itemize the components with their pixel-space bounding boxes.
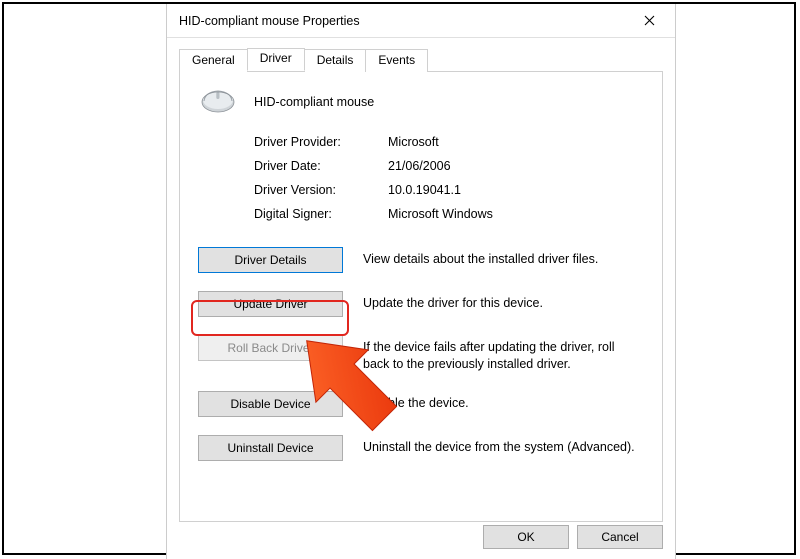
- cancel-button[interactable]: Cancel: [577, 525, 663, 549]
- signer-value: Microsoft Windows: [388, 207, 644, 221]
- roll-back-driver-desc: If the device fails after updating the d…: [363, 335, 644, 373]
- client-area: General Driver Details Events: [167, 38, 675, 530]
- date-value: 21/06/2006: [388, 159, 644, 173]
- dialog-button-row: OK Cancel: [483, 525, 663, 549]
- row-disable-device: Disable Device Disable the device.: [198, 391, 644, 417]
- row-uninstall-device: Uninstall Device Uninstall the device fr…: [198, 435, 644, 461]
- roll-back-driver-button: Roll Back Driver: [198, 335, 343, 361]
- row-roll-back-driver: Roll Back Driver If the device fails aft…: [198, 335, 644, 373]
- device-header: HID-compliant mouse: [198, 86, 644, 117]
- window-title: HID-compliant mouse Properties: [179, 14, 629, 28]
- titlebar: HID-compliant mouse Properties: [167, 4, 675, 38]
- provider-label: Driver Provider:: [254, 135, 374, 149]
- mouse-icon: [198, 86, 238, 117]
- uninstall-device-desc: Uninstall the device from the system (Ad…: [363, 435, 635, 456]
- properties-dialog: HID-compliant mouse Properties General D…: [166, 4, 676, 559]
- driver-details-button[interactable]: Driver Details: [198, 247, 343, 273]
- update-driver-button[interactable]: Update Driver: [198, 291, 343, 317]
- tab-strip: General Driver Details Events: [179, 48, 663, 72]
- driver-details-desc: View details about the installed driver …: [363, 247, 598, 268]
- version-label: Driver Version:: [254, 183, 374, 197]
- driver-info: Driver Provider: Microsoft Driver Date: …: [254, 135, 644, 221]
- row-driver-details: Driver Details View details about the in…: [198, 247, 644, 273]
- uninstall-device-button[interactable]: Uninstall Device: [198, 435, 343, 461]
- device-name: HID-compliant mouse: [254, 95, 374, 109]
- driver-tab-panel: HID-compliant mouse Driver Provider: Mic…: [179, 72, 663, 522]
- version-value: 10.0.19041.1: [388, 183, 644, 197]
- tab-events[interactable]: Events: [365, 49, 428, 72]
- close-icon: [644, 15, 655, 26]
- tab-general[interactable]: General: [179, 49, 248, 72]
- provider-value: Microsoft: [388, 135, 644, 149]
- disable-device-desc: Disable the device.: [363, 391, 469, 412]
- row-update-driver: Update Driver Update the driver for this…: [198, 291, 644, 317]
- update-driver-desc: Update the driver for this device.: [363, 291, 543, 312]
- tab-details[interactable]: Details: [304, 49, 367, 72]
- tab-driver[interactable]: Driver: [247, 48, 305, 71]
- ok-button[interactable]: OK: [483, 525, 569, 549]
- signer-label: Digital Signer:: [254, 207, 374, 221]
- outer-frame: HID-compliant mouse Properties General D…: [2, 2, 796, 555]
- disable-device-button[interactable]: Disable Device: [198, 391, 343, 417]
- date-label: Driver Date:: [254, 159, 374, 173]
- close-button[interactable]: [629, 7, 669, 35]
